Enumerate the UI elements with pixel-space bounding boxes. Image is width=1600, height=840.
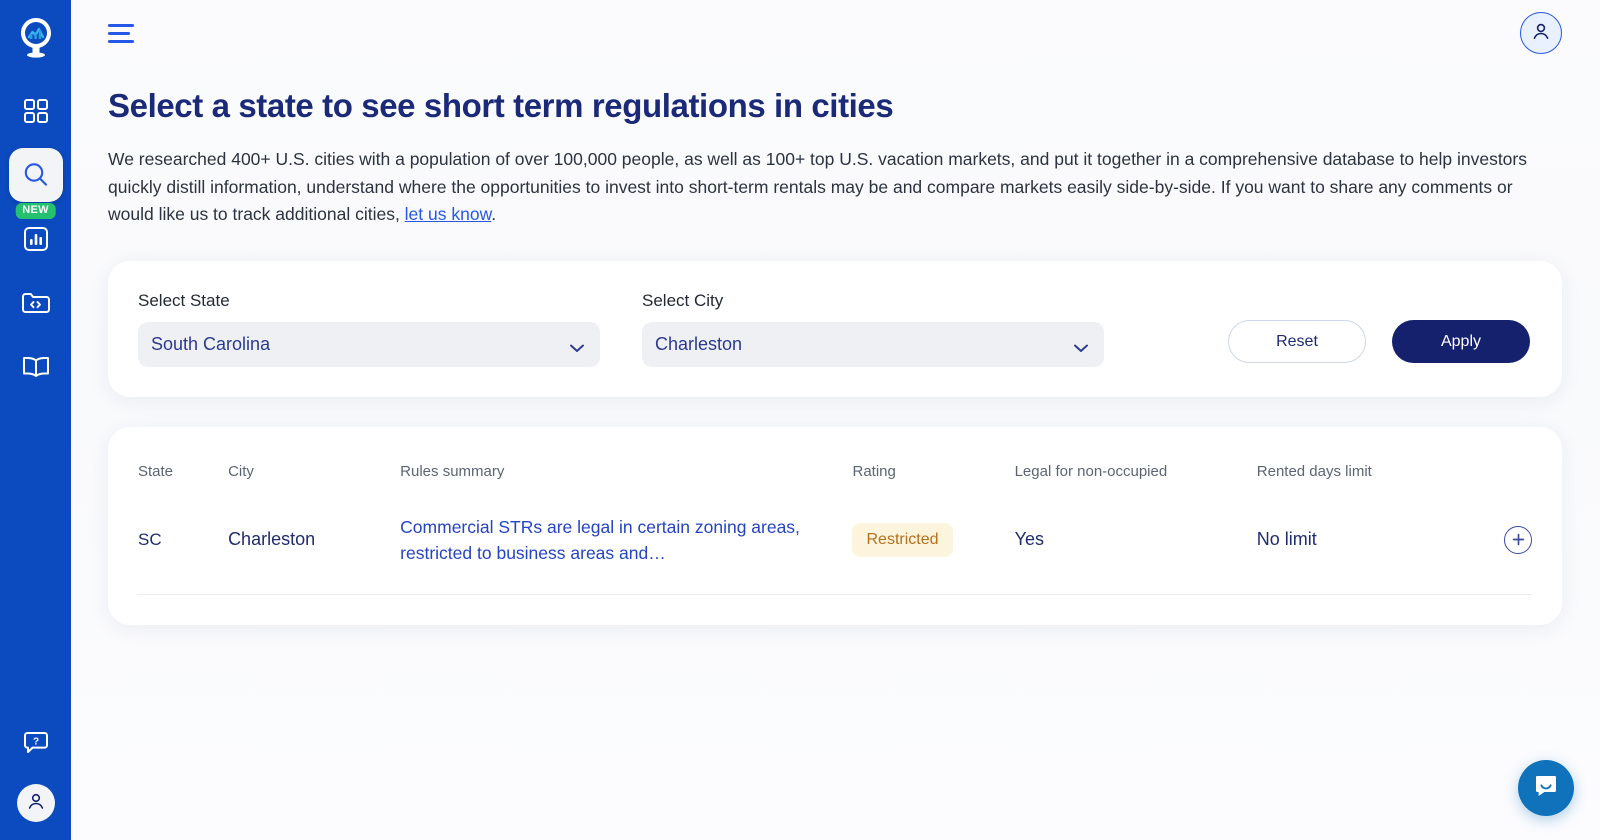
sidebar-item-search[interactable]	[8, 148, 63, 202]
sidebar-nav-bottom: ?	[0, 716, 71, 840]
let-us-know-link[interactable]: let us know	[405, 204, 492, 224]
sidebar-item-help[interactable]: ?	[9, 716, 63, 770]
city-label: Select City	[642, 290, 724, 310]
new-badge: NEW	[15, 203, 56, 219]
column-header-legal: Legal for non-occupied	[1014, 462, 1168, 480]
filter-card: Select State South Carolina Select City …	[108, 260, 1562, 397]
user-avatar-icon	[1530, 20, 1552, 47]
city-select[interactable]: Charleston	[642, 321, 1104, 367]
column-header-days: Rented days limit	[1256, 462, 1372, 480]
description-text-tail: .	[491, 204, 497, 224]
help-chat-icon: ?	[23, 730, 49, 756]
cell-rented-days-limit: No limit	[1256, 487, 1462, 595]
hamburger-line	[108, 39, 134, 43]
hamburger-line	[108, 31, 130, 35]
table-head: State City Rules summary Rating Legal fo…	[138, 463, 1532, 488]
cell-city: Charleston	[228, 487, 401, 595]
main-content: Select a state to see short term regulat…	[71, 0, 1600, 840]
folder-code-icon	[21, 290, 50, 316]
app-logo[interactable]	[14, 16, 58, 60]
grid-dashboard-icon	[23, 98, 49, 124]
bar-chart-icon	[23, 226, 49, 252]
status-badge: Restricted	[852, 522, 953, 557]
cell-rating: Restricted	[852, 487, 1015, 595]
search-icon	[21, 160, 51, 190]
sidebar-item-api[interactable]	[9, 276, 63, 330]
city-select-value: Charleston	[655, 333, 743, 354]
cell-state: SC	[138, 487, 229, 595]
table-row[interactable]: SC Charleston Commercial STRs are legal …	[138, 487, 1532, 595]
column-header-rating: Rating	[852, 462, 896, 480]
hamburger-menu-icon[interactable]	[108, 20, 134, 47]
state-field: Select State South Carolina	[138, 291, 600, 367]
column-header-actions	[1462, 463, 1532, 488]
app-root: NEW ? Select a state to see short term r…	[0, 0, 1600, 840]
topbar	[71, 0, 1600, 66]
results-card: State City Rules summary Rating Legal fo…	[108, 426, 1562, 625]
page-content: Select a state to see short term regulat…	[71, 86, 1600, 625]
sidebar-item-account[interactable]	[16, 784, 55, 822]
cell-actions	[1461, 487, 1532, 595]
avatar[interactable]	[1520, 12, 1562, 54]
svg-text:?: ?	[32, 737, 38, 748]
user-icon	[26, 791, 46, 816]
description-text-lead: We researched 400+ U.S. cities with a po…	[108, 149, 1527, 224]
cell-legal-non-occupied: Yes	[1014, 487, 1257, 595]
chat-bubble-icon	[1532, 772, 1560, 805]
table-header-row: State City Rules summary Rating Legal fo…	[138, 463, 1532, 488]
cell-rules-summary[interactable]: Commercial STRs are legal in certain zon…	[400, 487, 853, 595]
chat-launcher-button[interactable]	[1518, 760, 1574, 816]
state-label: Select State	[138, 290, 230, 310]
city-field: Select City Charleston	[642, 291, 1104, 367]
sidebar-item-docs[interactable]	[9, 340, 63, 394]
column-header-city: City	[228, 462, 254, 480]
column-header-state: State	[138, 462, 174, 480]
plus-circle-icon[interactable]	[1504, 525, 1532, 554]
book-open-icon	[22, 355, 50, 379]
page-description: We researched 400+ U.S. cities with a po…	[108, 146, 1528, 229]
sidebar-item-analytics[interactable]: NEW	[9, 203, 63, 266]
column-header-rules: Rules summary	[400, 462, 505, 480]
state-select[interactable]: South Carolina	[138, 321, 600, 367]
chevron-down-icon	[1074, 340, 1088, 352]
filter-actions: Reset Apply	[1228, 294, 1530, 363]
apply-button[interactable]: Apply	[1392, 320, 1530, 363]
hamburger-line	[108, 23, 134, 27]
sidebar-item-dashboard[interactable]	[9, 84, 63, 138]
sidebar: NEW ?	[0, 0, 71, 840]
state-select-value: South Carolina	[151, 333, 271, 354]
page-title: Select a state to see short term regulat…	[108, 87, 894, 124]
chevron-down-icon	[570, 340, 584, 352]
table-body: SC Charleston Commercial STRs are legal …	[138, 487, 1532, 595]
regulations-table: State City Rules summary Rating Legal fo…	[138, 463, 1532, 595]
sidebar-nav-top: NEW	[0, 84, 71, 404]
reset-button[interactable]: Reset	[1228, 320, 1366, 363]
